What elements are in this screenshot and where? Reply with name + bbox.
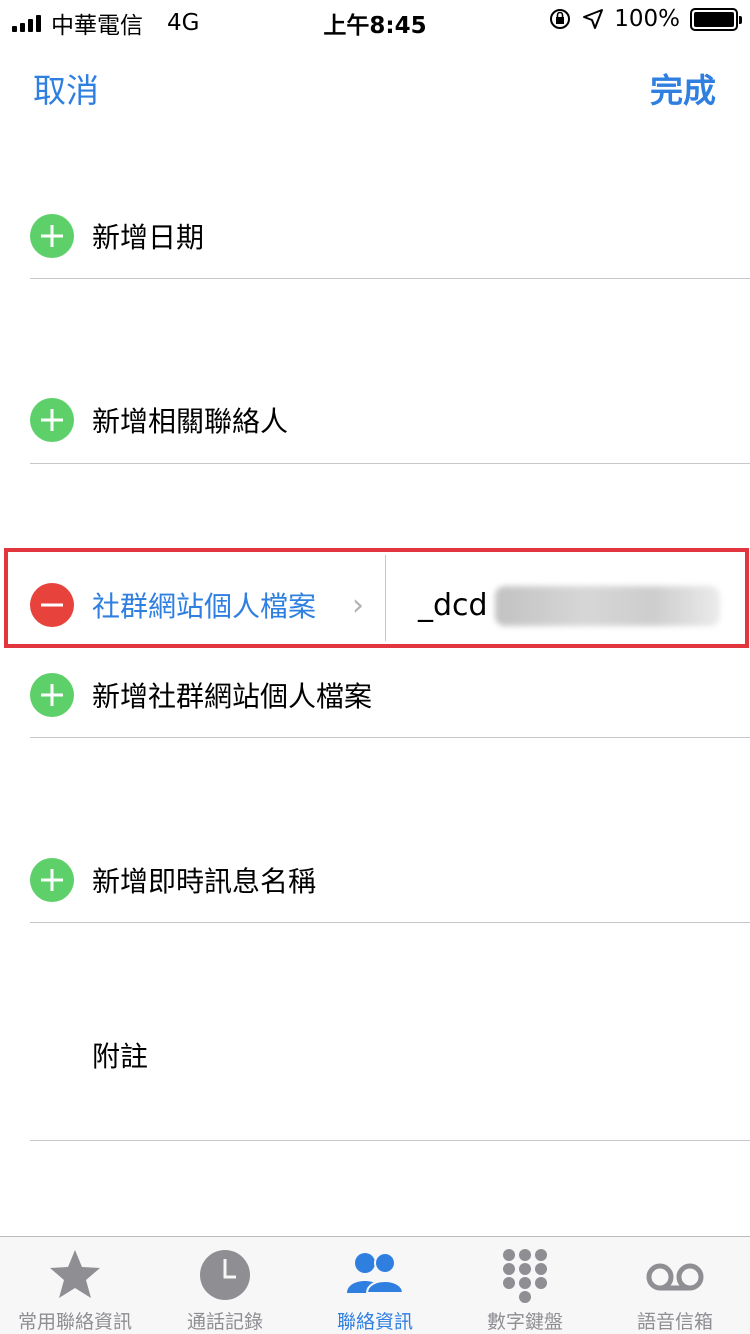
tab-label: 常用聯絡資訊	[17, 1311, 132, 1333]
tab-bar: 常用聯絡資訊 通話記錄 聯絡資訊 數字鍵盤 語音信箱	[0, 1236, 750, 1334]
divider	[30, 463, 750, 464]
battery-icon	[690, 7, 742, 31]
social-profile-value-field[interactable]: _dcd	[418, 588, 488, 623]
done-button[interactable]: 完成	[650, 64, 716, 112]
tab-contacts[interactable]: 聯絡資訊	[300, 1237, 450, 1334]
tab-label: 通話記錄	[186, 1311, 263, 1333]
add-im-label: 新增即時訊息名稱	[92, 865, 317, 898]
add-related-contact-row[interactable]: 新增相關聯絡人	[0, 380, 750, 460]
add-im-row[interactable]: 新增即時訊息名稱	[0, 840, 750, 920]
add-date-label: 新增日期	[92, 221, 205, 254]
cancel-button[interactable]: 取消	[33, 64, 99, 112]
divider	[30, 1140, 750, 1141]
keypad-icon[interactable]	[495, 1247, 555, 1303]
field-divider	[385, 555, 386, 641]
divider	[30, 922, 750, 923]
add-icon[interactable]	[30, 214, 74, 258]
location-icon	[583, 9, 604, 29]
tab-label: 聯絡資訊	[336, 1311, 413, 1333]
add-social-profile-row[interactable]: 新增社群網站個人檔案	[0, 655, 750, 735]
tab-voicemail[interactable]: 語音信箱	[600, 1237, 750, 1334]
add-date-row[interactable]: 新增日期	[0, 196, 750, 276]
battery-percent: 100%	[614, 6, 680, 32]
divider	[30, 278, 750, 279]
star-icon[interactable]	[45, 1247, 105, 1303]
contacts-icon[interactable]	[345, 1247, 405, 1303]
notes-label[interactable]: 附註	[92, 1035, 148, 1075]
social-profile-type-label[interactable]: 社群網站個人檔案	[92, 585, 316, 625]
add-related-contact-label: 新增相關聯絡人	[92, 405, 289, 438]
blurred-value-mask	[495, 586, 720, 626]
add-social-profile-label: 新增社群網站個人檔案	[92, 680, 373, 713]
clock-icon[interactable]	[195, 1247, 255, 1303]
add-icon[interactable]	[30, 673, 74, 717]
notes-row[interactable]: 附註	[0, 1015, 750, 1095]
voicemail-icon[interactable]	[645, 1247, 705, 1303]
remove-icon[interactable]	[30, 583, 74, 627]
rotation-lock-icon	[550, 9, 571, 29]
divider	[30, 737, 750, 738]
add-icon[interactable]	[30, 398, 74, 442]
tab-keypad[interactable]: 數字鍵盤	[450, 1237, 600, 1334]
chevron-right-icon[interactable]: ›	[352, 588, 364, 623]
tab-favorites[interactable]: 常用聯絡資訊	[0, 1237, 150, 1334]
status-bar: 中華電信 4G 上午8:45 100%	[0, 0, 750, 40]
tab-label: 數字鍵盤	[486, 1311, 563, 1333]
tab-recents[interactable]: 通話記錄	[150, 1237, 300, 1334]
tab-label: 語音信箱	[636, 1311, 713, 1333]
add-icon[interactable]	[30, 858, 74, 902]
status-right: 100%	[548, 6, 742, 32]
